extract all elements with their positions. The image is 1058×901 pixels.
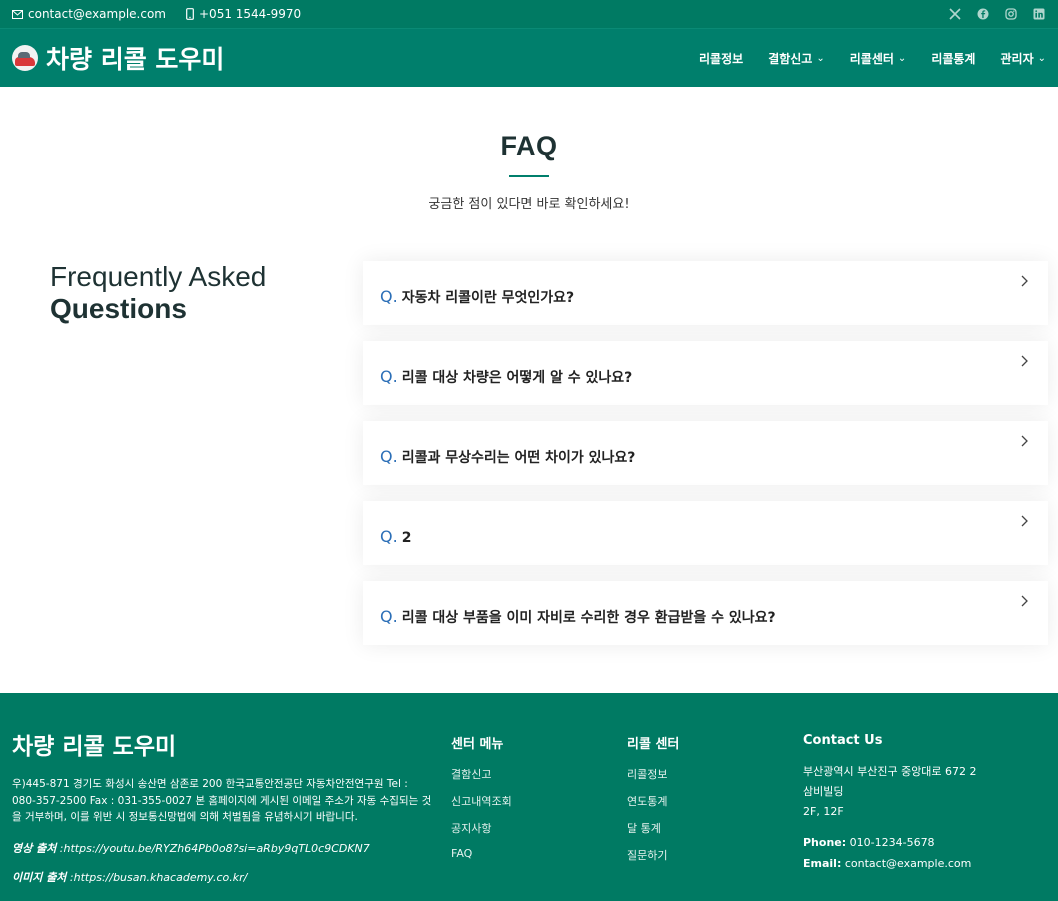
chevron-right-icon	[1021, 515, 1028, 527]
faq-question: Q. 리콜 대상 차량은 어떻게 알 수 있나요?	[380, 367, 632, 387]
faq-question: Q. 2	[380, 527, 411, 546]
footer-link[interactable]: 달 통계	[627, 820, 679, 836]
video-source-link[interactable]: :https://youtu.be/RYZh64Pb0o8?si=aRby9qT…	[56, 842, 370, 855]
car-logo-icon	[12, 45, 38, 71]
nav-recall-stats[interactable]: 리콜통계	[931, 50, 975, 67]
faq-question: Q. 자동차 리콜이란 무엇인가요?	[380, 287, 574, 307]
footer-address-line: 2F, 12F	[803, 805, 844, 818]
top-phone-text: +051 1544-9970	[199, 7, 302, 21]
page-title: FAQ	[500, 131, 558, 161]
faq-section-title: FAQ 궁금한 점이 있다면 바로 확인하세요!	[0, 131, 1058, 212]
video-source-label: 영상 출처	[12, 842, 57, 855]
chevron-right-icon	[1021, 595, 1028, 607]
nav-label: 리콜정보	[699, 51, 744, 66]
faq-heading: Frequently Asked Questions	[50, 261, 266, 325]
instagram-icon[interactable]	[1004, 7, 1018, 21]
faq-item[interactable]: Q. 2	[363, 501, 1048, 565]
footer-col-title: 센터 메뉴	[451, 737, 504, 752]
x-icon[interactable]	[948, 7, 962, 21]
facebook-icon[interactable]	[976, 7, 990, 21]
footer-phone-value[interactable]: 010-1234-5678	[846, 836, 935, 849]
footer-address-line: 삼비빌딩	[803, 785, 844, 798]
q-mark: Q.	[380, 607, 398, 626]
faq-heading-light: Frequently Asked	[50, 261, 267, 292]
faq-question: Q. 리콜과 무상수리는 어떤 차이가 있나요?	[380, 447, 635, 467]
footer-description: 우)445-871 경기도 화성시 송산면 삼존로 200 한국교통안전공단 자…	[12, 778, 432, 823]
footer-email-label: Email:	[803, 857, 842, 870]
video-source: 영상 출처 :https://youtu.be/RYZh64Pb0o8?si=a…	[12, 840, 370, 856]
top-email-text: contact@example.com	[28, 7, 166, 21]
footer-link[interactable]: 연도통계	[627, 793, 679, 809]
main-header: 차량 리콜 도우미 리콜정보 결함신고 ⌄ 리콜센터 ⌄ 리콜통계 관리자 ⌄	[0, 28, 1058, 87]
chevron-down-icon: ⌄	[1037, 52, 1046, 64]
nav-admin[interactable]: 관리자 ⌄	[1000, 50, 1046, 67]
q-mark: Q.	[380, 527, 398, 546]
linkedin-icon[interactable]	[1032, 7, 1046, 21]
page-subtitle: 궁금한 점이 있다면 바로 확인하세요!	[428, 197, 630, 212]
footer-link[interactable]: 공지사항	[451, 820, 512, 836]
social-links	[948, 7, 1046, 21]
faq-question-text: 자동차 리콜이란 무엇인가요?	[401, 290, 575, 306]
chevron-right-icon	[1021, 435, 1028, 447]
top-email[interactable]: contact@example.com	[12, 7, 166, 21]
nav-label: 결함신고	[768, 51, 813, 66]
footer-contact: Contact Us 부산광역시 부산진구 중앙대로 672 2 삼비빌딩 2F…	[803, 733, 977, 870]
footer-link[interactable]: 신고내역조회	[451, 793, 512, 809]
footer-title: 차량 리콜 도우미	[12, 734, 177, 760]
image-source-link[interactable]: :https://busan.khacademy.co.kr/	[66, 871, 247, 884]
faq-question-text: 리콜 대상 차량은 어떻게 알 수 있나요?	[401, 370, 633, 386]
faq-item[interactable]: Q. 자동차 리콜이란 무엇인가요?	[363, 261, 1048, 325]
footer-recall-center: 리콜 센터 리콜정보 연도통계 달 통계 질문하기	[627, 733, 679, 874]
brand-name: 차량 리콜 도우미	[46, 45, 225, 74]
title-underline	[509, 175, 549, 177]
footer-link[interactable]: FAQ	[451, 847, 512, 860]
nav-label: 관리자	[1000, 51, 1034, 66]
faq-question-text: 리콜과 무상수리는 어떤 차이가 있나요?	[401, 450, 636, 466]
footer-phone-label: Phone:	[803, 836, 847, 849]
nav-defect-report[interactable]: 결함신고 ⌄	[768, 50, 825, 67]
nav-recall-info[interactable]: 리콜정보	[699, 50, 743, 67]
faq-question-text: 2	[401, 530, 412, 546]
footer-col-title: Contact Us	[803, 733, 883, 748]
top-bar: contact@example.com +051 1544-9970	[0, 0, 1058, 28]
top-contacts: contact@example.com +051 1544-9970	[12, 7, 301, 21]
faq-item[interactable]: Q. 리콜 대상 부품을 이미 자비로 수리한 경우 환급받을 수 있나요?	[363, 581, 1048, 645]
q-mark: Q.	[380, 287, 398, 306]
nav-label: 리콜통계	[931, 51, 976, 66]
footer-link[interactable]: 질문하기	[627, 847, 679, 863]
footer-link[interactable]: 리콜정보	[627, 766, 679, 782]
image-source: 이미지 출처 :https://busan.khacademy.co.kr/	[12, 869, 247, 885]
chevron-right-icon	[1021, 355, 1028, 367]
envelope-icon	[12, 9, 23, 19]
faq-list: Q. 자동차 리콜이란 무엇인가요? Q. 리콜 대상 차량은 어떻게 알 수 있나…	[363, 261, 1048, 661]
q-mark: Q.	[380, 447, 398, 466]
faq-question-text: 리콜 대상 부품을 이미 자비로 수리한 경우 환급받을 수 있나요?	[401, 610, 776, 626]
nav-recall-center[interactable]: 리콜센터 ⌄	[850, 50, 907, 67]
mobile-phone-icon	[186, 8, 194, 20]
brand[interactable]: 차량 리콜 도우미	[12, 40, 224, 76]
faq-heading-bold: Questions	[50, 293, 187, 324]
faq-question: Q. 리콜 대상 부품을 이미 자비로 수리한 경우 환급받을 수 있나요?	[380, 607, 776, 627]
q-mark: Q.	[380, 367, 398, 386]
footer-email-value[interactable]: contact@example.com	[841, 857, 972, 870]
top-phone[interactable]: +051 1544-9970	[186, 7, 301, 21]
footer-col-title: 리콜 센터	[627, 737, 680, 752]
chevron-down-icon: ⌄	[816, 52, 825, 64]
chevron-right-icon	[1021, 275, 1028, 287]
footer: 차량 리콜 도우미 우)445-871 경기도 화성시 송산면 삼존로 200 …	[0, 693, 1058, 901]
nav-label: 리콜센터	[849, 51, 894, 66]
image-source-label: 이미지 출처	[12, 871, 67, 884]
footer-address-line: 부산광역시 부산진구 중앙대로 672 2	[803, 765, 977, 778]
main-nav: 리콜정보 결함신고 ⌄ 리콜센터 ⌄ 리콜통계 관리자 ⌄	[699, 50, 1046, 67]
footer-phone: Phone: 010-1234-5678	[803, 836, 977, 849]
chevron-down-icon: ⌄	[897, 52, 907, 64]
faq-item[interactable]: Q. 리콜과 무상수리는 어떤 차이가 있나요?	[363, 421, 1048, 485]
footer-email: Email: contact@example.com	[803, 857, 977, 870]
footer-center-menu: 센터 메뉴 결함신고 신고내역조회 공지사항 FAQ	[451, 733, 512, 871]
footer-link[interactable]: 결함신고	[451, 766, 512, 782]
faq-item[interactable]: Q. 리콜 대상 차량은 어떻게 알 수 있나요?	[363, 341, 1048, 405]
